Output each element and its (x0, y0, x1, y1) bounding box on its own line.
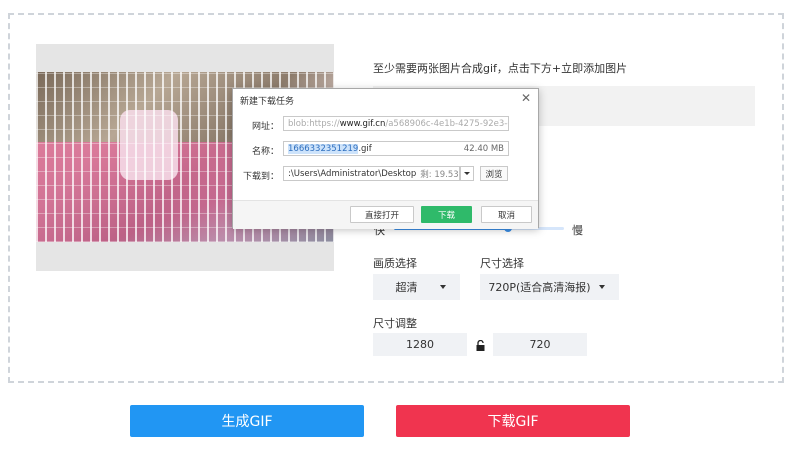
cancel-button[interactable]: 取消 (481, 206, 532, 223)
close-icon[interactable]: ✕ (521, 92, 531, 104)
speed-slow-label: 慢 (572, 224, 583, 237)
url-field[interactable]: blob:https://www.gif.cn/a568906c-4e1b-42… (283, 116, 509, 131)
filename-field[interactable]: 1666332351219 .gif 42.40 MB (283, 141, 509, 156)
url-host: www.gif.cn (339, 118, 386, 129)
generate-gif-button[interactable]: 生成GIF (130, 405, 364, 437)
add-images-hint: 至少需要两张图片合成gif，点击下方+立即添加图片 (373, 62, 628, 75)
url-label: 网址： (251, 122, 279, 132)
save-to-label: 下载到： (242, 172, 279, 182)
path-dropdown-button[interactable] (460, 166, 474, 181)
url-rest: /a568906c-4e1b-4275-92e3-ee6013 (385, 118, 508, 129)
width-input[interactable]: 1280 (373, 333, 467, 356)
size-label: 尺寸选择 (480, 257, 524, 270)
download-button[interactable]: 下载 (421, 206, 472, 223)
name-label: 名称： (251, 147, 279, 157)
resize-label: 尺寸调整 (373, 317, 417, 330)
download-gif-button[interactable]: 下载GIF (396, 405, 630, 437)
browse-button[interactable]: 浏览 (480, 166, 508, 181)
open-directly-button[interactable]: 直接打开 (350, 206, 414, 223)
url-prefix: blob:https:// (288, 118, 340, 129)
quality-label: 画质选择 (373, 257, 417, 270)
chevron-down-icon (599, 285, 605, 289)
filename-ext: .gif (358, 143, 372, 154)
size-value: 720P(适合高清海报) (488, 281, 591, 294)
lock-icon[interactable] (476, 340, 485, 351)
filename-selected: 1666332351219 (288, 143, 359, 154)
free-space: 剩: 19.53 GB (420, 169, 459, 180)
save-path-field[interactable]: :\Users\Administrator\Desktop 剩: 19.53 G… (283, 166, 460, 181)
new-download-dialog: 新建下载任务 ✕ 网址： blob:https://www.gif.cn/a56… (232, 88, 539, 229)
file-size: 42.40 MB (463, 143, 504, 154)
size-select[interactable]: 720P(适合高清海报) (480, 274, 619, 300)
chevron-down-icon (440, 285, 446, 289)
quality-value: 超清 (395, 281, 418, 294)
height-input[interactable]: 720 (493, 333, 587, 356)
quality-select[interactable]: 超清 (373, 274, 460, 300)
save-path: :\Users\Administrator\Desktop (288, 168, 417, 179)
chevron-down-icon (464, 172, 470, 175)
dialog-title: 新建下载任务 (240, 97, 295, 107)
